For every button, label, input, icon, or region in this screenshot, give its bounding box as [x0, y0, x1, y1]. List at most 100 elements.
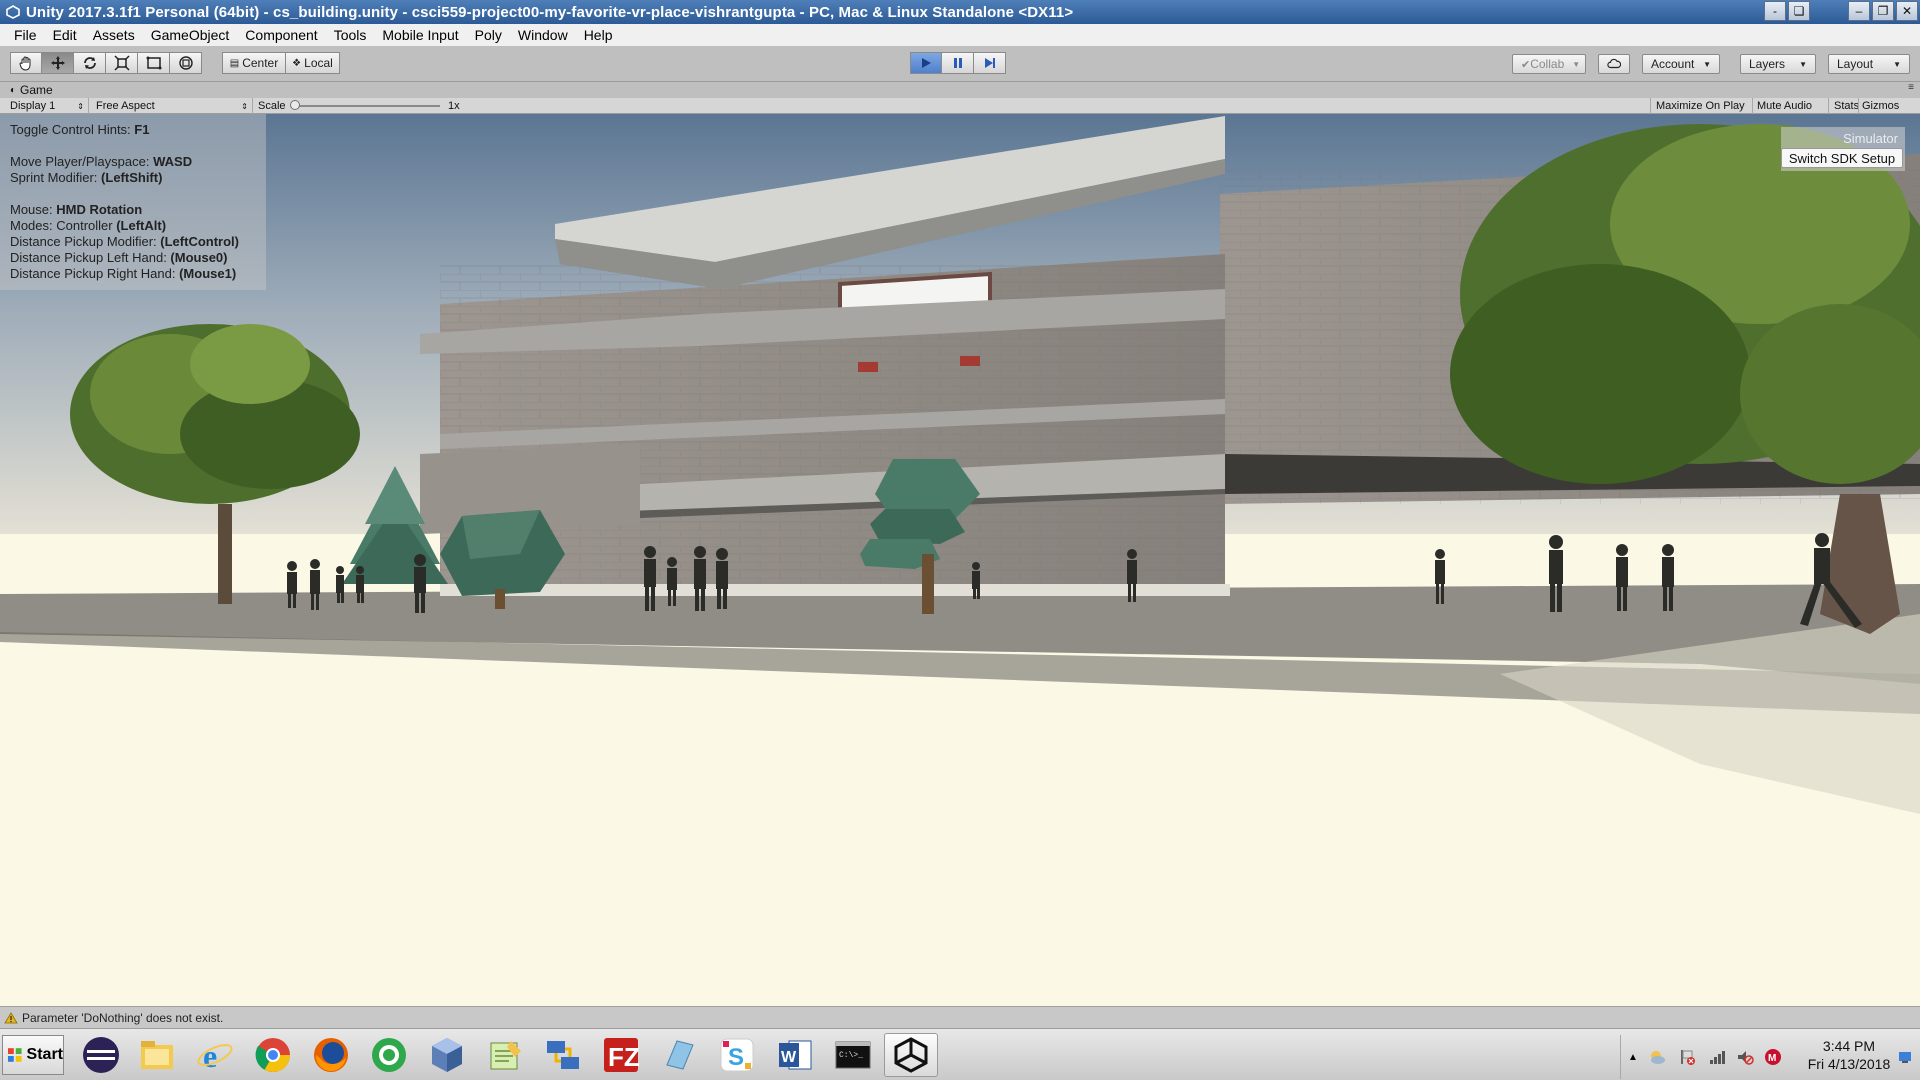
- taskbar-file-explorer[interactable]: [130, 1033, 184, 1077]
- taskbar-eclipse[interactable]: [74, 1033, 128, 1077]
- menu-poly[interactable]: Poly: [467, 27, 510, 43]
- close-button[interactable]: ✕: [1896, 1, 1918, 21]
- vent: [960, 356, 980, 366]
- control-hints-panel: Toggle Control Hints: F1 Move Player/Pla…: [0, 114, 266, 290]
- gizmos-dropdown[interactable]: Gizmos: [1862, 99, 1899, 113]
- taskbar-generic-app[interactable]: [652, 1033, 706, 1077]
- hint-toggle-key: F1: [134, 122, 150, 137]
- restore-button[interactable]: ❐: [1872, 1, 1894, 21]
- taskbar-word[interactable]: W: [768, 1033, 822, 1077]
- mute-audio-toggle[interactable]: Mute Audio: [1757, 99, 1812, 113]
- simulator-label: Simulator: [1843, 131, 1898, 146]
- menu-edit[interactable]: Edit: [45, 27, 85, 43]
- windows-logo-icon: [7, 1048, 22, 1062]
- divider: [1752, 98, 1753, 114]
- network-icon: [547, 1041, 579, 1069]
- pivot-center-button[interactable]: ▤ Center: [222, 52, 286, 74]
- menu-mobile-input[interactable]: Mobile Input: [374, 27, 466, 43]
- taskbar-network-app[interactable]: [536, 1033, 590, 1077]
- game-viewport[interactable]: Toggle Control Hints: F1 Move Player/Pla…: [0, 114, 1920, 1006]
- taskbar-chrome[interactable]: [246, 1033, 300, 1077]
- step-button[interactable]: [974, 52, 1006, 74]
- taskbar-notepad[interactable]: [478, 1033, 532, 1077]
- pivot-local-button[interactable]: ❖ Local: [286, 52, 340, 74]
- terminal-icon: C:\>_: [835, 1041, 871, 1069]
- menu-gameobject[interactable]: GameObject: [143, 27, 238, 43]
- display-dropdown[interactable]: Display 1 ⇕: [10, 99, 84, 113]
- tray-weather[interactable]: [1647, 1047, 1667, 1067]
- minimize-button[interactable]: –: [1848, 1, 1870, 21]
- hint-sprint: Sprint Modifier: (LeftShift): [10, 170, 266, 186]
- tray-mcafee[interactable]: M: [1763, 1047, 1783, 1067]
- scale-icon: [113, 55, 130, 71]
- menu-component[interactable]: Component: [237, 27, 325, 43]
- taskbar-virtualbox[interactable]: [420, 1033, 474, 1077]
- tray-volume[interactable]: [1735, 1047, 1755, 1067]
- inner-minimize-button[interactable]: -: [1764, 1, 1786, 21]
- check-icon: ✔: [1521, 58, 1531, 71]
- menu-file[interactable]: File: [6, 27, 45, 43]
- divider: [88, 98, 89, 114]
- status-bar[interactable]: Parameter 'DoNothing' does not exist.: [0, 1006, 1920, 1028]
- switch-sdk-setup-button[interactable]: Switch SDK Setup: [1781, 148, 1903, 168]
- maximize-on-play-toggle[interactable]: Maximize On Play: [1656, 99, 1745, 113]
- tab-game[interactable]: ◐ Game: [10, 83, 53, 97]
- flag-error-icon: [1681, 1050, 1695, 1065]
- pause-button[interactable]: [942, 52, 974, 74]
- main-toolbar: ▤ Center ❖ Local ✔ Collab ▼ Account ▼ La…: [0, 46, 1920, 82]
- menu-help[interactable]: Help: [576, 27, 621, 43]
- scale-tool-button[interactable]: [106, 52, 138, 74]
- hand-tool-button[interactable]: [10, 52, 42, 74]
- taskbar-terminal[interactable]: C:\>_: [826, 1033, 880, 1077]
- menu-tools[interactable]: Tools: [326, 27, 375, 43]
- inner-restore-button[interactable]: ❏: [1788, 1, 1810, 21]
- svg-text:M: M: [1768, 1053, 1776, 1064]
- scale-slider-track[interactable]: [292, 105, 440, 107]
- layout-dropdown[interactable]: Layout ▼: [1828, 54, 1910, 74]
- taskbar-slack[interactable]: S: [710, 1033, 764, 1077]
- rect-tool-button[interactable]: [138, 52, 170, 74]
- person: [356, 566, 364, 603]
- taskbar-filezilla[interactable]: FZ: [594, 1033, 648, 1077]
- antivirus-icon: M: [1765, 1049, 1781, 1065]
- taskbar-green-app[interactable]: [362, 1033, 416, 1077]
- menu-window[interactable]: Window: [510, 27, 576, 43]
- tray-action-center[interactable]: [1677, 1047, 1697, 1067]
- cloud-button[interactable]: [1598, 54, 1630, 74]
- play-button[interactable]: [910, 52, 942, 74]
- chrome-icon: [255, 1038, 290, 1072]
- tray-network[interactable]: [1707, 1047, 1727, 1067]
- taskbar-internet-explorer[interactable]: e: [188, 1033, 242, 1077]
- rotate-tool-button[interactable]: [74, 52, 106, 74]
- menu-assets[interactable]: Assets: [85, 27, 143, 43]
- updown-icon: ⇕: [241, 101, 248, 111]
- hint-move-key: WASD: [153, 154, 193, 169]
- stats-toggle[interactable]: Stats: [1834, 99, 1859, 113]
- layers-dropdown[interactable]: Layers ▼: [1740, 54, 1816, 74]
- clock-time: 3:44 PM: [1822, 1038, 1876, 1054]
- hint-modes: Modes: Controller (LeftAlt): [10, 218, 266, 234]
- green-circle-app-icon: [372, 1038, 406, 1072]
- scale-slider-thumb[interactable]: [290, 100, 300, 110]
- taskbar-firefox[interactable]: [304, 1033, 358, 1077]
- divider: [252, 98, 253, 114]
- word-icon: W: [779, 1040, 812, 1070]
- system-clock[interactable]: 3:44 PM Fri 4/13/2018: [1799, 1037, 1899, 1073]
- taskbar-unity[interactable]: [884, 1033, 938, 1077]
- divider: [1828, 98, 1829, 114]
- show-desktop-button[interactable]: [1895, 1047, 1915, 1067]
- account-dropdown[interactable]: Account ▼: [1642, 54, 1720, 74]
- hint-move-label: Move Player/Playspace:: [10, 154, 154, 169]
- start-button[interactable]: Start: [2, 1035, 64, 1075]
- hint-toggle-label: Toggle Control Hints:: [10, 122, 135, 137]
- move-tool-button[interactable]: [42, 52, 74, 74]
- show-hidden-icons-button[interactable]: ▲: [1623, 1047, 1643, 1067]
- notepad-icon: [490, 1041, 521, 1070]
- aspect-dropdown[interactable]: Free Aspect ⇕: [96, 99, 248, 113]
- unity-icon: [894, 1037, 928, 1073]
- person: [972, 562, 980, 599]
- transform-tool-button[interactable]: [170, 52, 202, 74]
- tab-menu-icon[interactable]: ≡: [1908, 82, 1914, 93]
- clock-date: Fri 4/13/2018: [1807, 1056, 1891, 1072]
- collab-dropdown[interactable]: ✔ Collab ▼: [1512, 54, 1586, 74]
